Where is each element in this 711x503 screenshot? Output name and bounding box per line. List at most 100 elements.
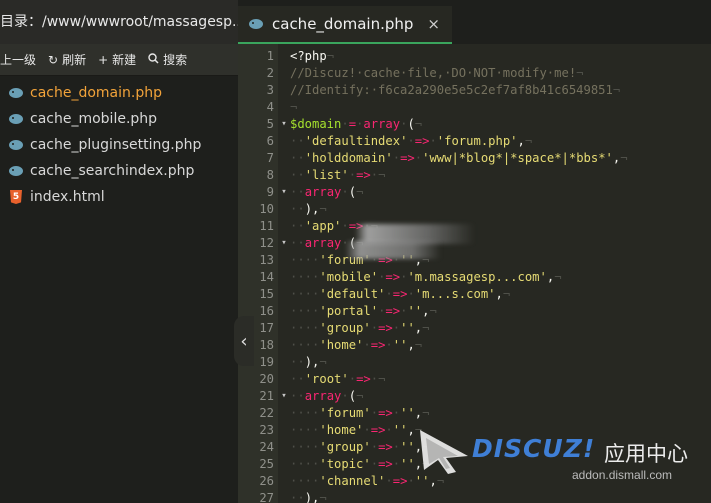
redaction-blur <box>345 241 441 259</box>
code-token: · <box>370 457 379 471</box>
php-elephant-icon <box>249 19 263 29</box>
code-token: ¬ <box>414 423 423 437</box>
collapse-sidebar-button[interactable]: ‹ <box>234 316 254 366</box>
file-item[interactable]: cache_mobile.php <box>0 106 238 132</box>
code-token: ·¬ <box>370 168 386 182</box>
code-token: ···· <box>290 474 320 488</box>
code-token: ¬ <box>620 151 628 165</box>
code-token: => <box>370 423 386 437</box>
code-line: 1 <?php¬ <box>238 48 711 65</box>
code-token: , <box>429 474 437 488</box>
code-token: '' <box>392 338 408 352</box>
code-token: => <box>385 270 401 284</box>
line-number: 20 <box>259 372 274 386</box>
sidebar-toolbar-new-label: 新建 <box>112 53 137 67</box>
code-token: ¬ <box>422 321 430 335</box>
code-line: 16 ····'portal'·=>·'',¬ <box>238 303 711 320</box>
code-token: ( <box>348 389 357 403</box>
search-button[interactable]: 搜索 <box>142 44 193 75</box>
code-token: array <box>363 117 401 131</box>
code-token: ···· <box>290 253 320 267</box>
code-token: ¬ <box>326 49 335 63</box>
code-token: 'home' <box>319 338 364 352</box>
code-line: 19 ··),¬ <box>238 354 711 371</box>
tab-cache-domain[interactable]: cache_domain.php × <box>238 6 452 44</box>
code-token: ¬ <box>319 355 327 369</box>
code-token: · <box>370 406 379 420</box>
code-text: ····'channel'·=>·'',¬ <box>290 473 444 490</box>
code-token: ¬ <box>319 202 327 216</box>
code-token: ¬ <box>502 287 511 301</box>
fold-toggle-icon[interactable]: ▾ <box>278 116 290 133</box>
fold-toggle-icon[interactable]: ▾ <box>278 235 290 252</box>
line-number: 5 <box>266 117 274 131</box>
code-text: ··'holddomain'·=>·'www|*blog*|*space*|*b… <box>290 150 628 167</box>
code-token: ), <box>304 491 320 503</box>
code-token: ···· <box>290 440 320 454</box>
code-text: ····'home'·=>·'',¬ <box>290 337 422 354</box>
code-text: ····'home'·=>·'',¬ <box>290 422 422 439</box>
code-line: 25 ····'topic'·=>·'',¬ <box>238 456 711 473</box>
code-line: 21 ▾ ··array·(¬ <box>238 388 711 405</box>
code-token: ¬ <box>524 134 533 148</box>
code-line: 23 ····'home'·=>·'',¬ <box>238 422 711 439</box>
line-number: 7 <box>266 151 274 165</box>
code-token: 'root' <box>304 372 349 386</box>
line-number: 14 <box>259 270 274 284</box>
code-token: ¬ <box>356 389 364 403</box>
sidebar-toolbar-up-label: 上一级 <box>0 53 37 67</box>
file-item[interactable]: cache_domain.php <box>0 80 238 106</box>
code-text: ··array·(¬ <box>290 388 363 405</box>
file-item[interactable]: 5 index.html <box>0 184 238 210</box>
up-level-button[interactable]: 上一级 <box>0 44 42 75</box>
code-token: 'forum' <box>319 406 371 420</box>
fold-toggle-icon[interactable]: ▾ <box>278 184 290 201</box>
code-line: 6 ··'defaultindex'·=>·'forum.php',¬ <box>238 133 711 150</box>
code-token: ¬ <box>290 100 298 114</box>
code-token: ¬ <box>576 66 584 80</box>
new-file-button[interactable]: + 新建 <box>92 44 142 75</box>
file-item[interactable]: cache_searchindex.php <box>0 158 238 184</box>
fold-toggle-icon[interactable]: ▾ <box>278 388 290 405</box>
code-token: ¬ <box>422 457 430 471</box>
code-editor[interactable]: 1 <?php¬ 2//Discuz!·cache·file,·DO·NOT·mod… <box>238 44 711 503</box>
php-elephant-icon <box>9 114 23 124</box>
file-name: cache_pluginsetting.php <box>30 137 202 153</box>
code-token: ·· <box>290 355 305 369</box>
php-elephant-icon <box>9 166 23 176</box>
code-token: => <box>378 321 393 335</box>
code-token: ·· <box>290 389 305 403</box>
close-tab-icon[interactable]: × <box>427 15 440 33</box>
code-token: => <box>400 151 415 165</box>
code-token: ¬ <box>414 117 423 131</box>
code-text: ····'forum'·=>·'',¬ <box>290 405 429 422</box>
line-number: 22 <box>259 406 274 420</box>
code-text: //Identify:·f6ca2a290e5e5c2ef7af8b41c654… <box>290 82 620 99</box>
code-line: 24 ····'group'·=>·'',¬ <box>238 439 711 456</box>
code-token: · <box>385 474 393 488</box>
code-token: 'm...s.com' <box>414 287 496 301</box>
code-token: · <box>363 423 371 437</box>
code-token: ¬ <box>356 185 364 199</box>
code-text: ··array·(¬ <box>290 184 363 201</box>
code-token: · <box>407 287 415 301</box>
code-token: array <box>304 185 342 199</box>
code-token: 'topic' <box>319 457 371 471</box>
code-token: $domain <box>290 117 342 131</box>
line-number: 15 <box>259 287 274 301</box>
code-token: '' <box>400 440 415 454</box>
refresh-button[interactable]: ↻ 刷新 <box>42 44 92 75</box>
file-item[interactable]: cache_pluginsetting.php <box>0 132 238 158</box>
chevron-left-icon: ‹ <box>240 330 248 352</box>
file-panel: 目录：/www/wwwroot/massagesp... 上一级 ↻ 刷新 + … <box>0 0 238 503</box>
code-token: · <box>341 219 349 233</box>
code-token: 'channel' <box>319 474 386 488</box>
code-token: '' <box>400 457 415 471</box>
code-token: · <box>407 134 415 148</box>
code-token: · <box>429 134 437 148</box>
code-line: 2 //Discuz!·cache·file,·DO·NOT·modify·me!… <box>238 65 711 82</box>
code-token: ¬ <box>422 406 430 420</box>
code-token: ), <box>304 355 320 369</box>
code-text: $domain·=·array·(¬ <box>290 116 422 133</box>
code-token: '' <box>400 321 415 335</box>
